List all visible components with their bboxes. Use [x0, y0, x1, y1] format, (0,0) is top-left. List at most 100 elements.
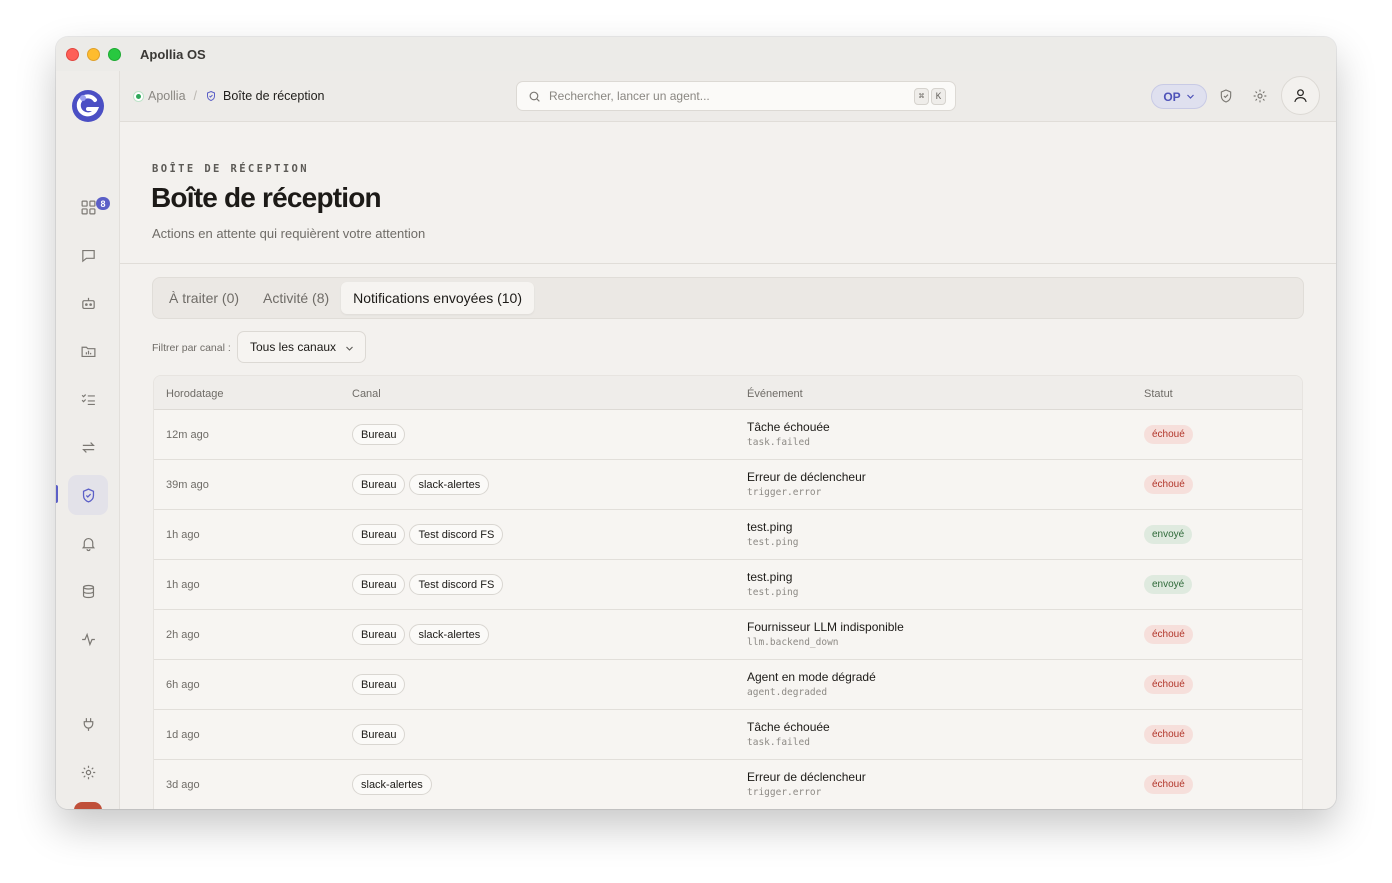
sidebar-item-workflows[interactable] — [68, 427, 108, 467]
row-event: Tâche échouée task.failed — [747, 420, 830, 448]
search-input[interactable]: Rechercher, lancer un agent... ⌘ K — [516, 81, 956, 111]
event-title: Fournisseur LLM indisponible — [747, 620, 904, 634]
workspace-switcher[interactable]: OP — [1151, 84, 1207, 109]
row-timestamp: 1d ago — [166, 729, 200, 741]
channel-chip: Bureau — [352, 424, 406, 445]
event-title: test.ping — [747, 570, 793, 584]
row-timestamp: 6h ago — [166, 679, 200, 691]
column-header-status: Statut — [1144, 388, 1173, 400]
column-header-channel: Canal — [352, 388, 381, 400]
channel-chip: Bureau — [352, 624, 406, 645]
event-code: test.ping — [747, 537, 799, 548]
event-code: trigger.error — [747, 487, 822, 498]
command-key: ⌘ — [914, 88, 929, 105]
chat-bubble-icon — [81, 249, 95, 262]
row-timestamp: 1h ago — [166, 529, 200, 541]
online-status-icon — [133, 90, 144, 102]
row-channels: Bureau Test discord FS — [352, 524, 504, 545]
breadcrumb-root[interactable]: Apollia — [148, 89, 186, 103]
k-key: K — [931, 88, 946, 105]
channel-chip: Bureau — [352, 474, 406, 495]
event-code: test.ping — [747, 587, 799, 598]
tab-to-do[interactable]: À traiter (0) — [157, 282, 251, 314]
channel-chip: Test discord FS — [409, 524, 504, 545]
table-row[interactable]: 1h ago Bureau Test discord FS test.ping test… — [154, 510, 1302, 560]
page-subtitle: Actions en attente qui requièrent votre … — [152, 226, 426, 241]
row-event: test.ping test.ping — [747, 520, 798, 548]
app-window: Apollia OS 8 Apollia / Boîte de réceptio… — [56, 37, 1336, 809]
workspace-label: OP — [1163, 89, 1181, 104]
table-row[interactable]: 2h ago Bureau slack-alertes Fournisseur LLM… — [154, 610, 1302, 660]
event-code: agent.degraded — [747, 687, 828, 698]
tab-sent-notifications[interactable]: Notifications envoyées (10) — [341, 282, 535, 314]
event-title: Erreur de déclencheur — [747, 470, 866, 484]
shield-check-icon[interactable] — [1218, 88, 1234, 104]
table-row[interactable]: 39m ago Bureau slack-alertes Erreur de décl… — [154, 460, 1302, 510]
main-content: BOÎTE DE RÉCEPTION Boîte de réception Ac… — [120, 122, 1336, 809]
row-channels: Bureau slack-alertes — [352, 474, 490, 495]
page-title: Boîte de réception — [151, 182, 382, 213]
checklist-icon — [81, 393, 95, 405]
sidebar-item-tasks[interactable] — [68, 379, 108, 419]
event-code: llm.backend_down — [747, 637, 839, 648]
swap-arrows-icon — [81, 441, 95, 453]
user-icon — [1294, 89, 1307, 103]
event-title: test.ping — [747, 520, 793, 534]
zoom-window-button[interactable] — [108, 47, 121, 61]
row-timestamp: 12m ago — [166, 429, 209, 441]
row-event: Erreur de déclencheur trigger.error — [747, 770, 866, 798]
profile-button[interactable] — [1281, 76, 1320, 115]
row-channels: Bureau slack-alertes — [352, 624, 490, 645]
row-timestamp: 2h ago — [166, 629, 200, 641]
sidebar-item-settings[interactable] — [68, 752, 108, 792]
row-channels: Bureau — [352, 674, 406, 695]
breadcrumb-separator: / — [193, 89, 198, 103]
status-badge: envoyé — [1144, 525, 1193, 544]
table-row[interactable]: 1h ago Bureau Test discord FS test.ping test… — [154, 560, 1302, 610]
apollia-logo-icon[interactable] — [71, 89, 105, 123]
status-badge: échoué — [1144, 725, 1193, 744]
column-header-timestamp: Horodatage — [166, 388, 224, 400]
gear-icon[interactable] — [1252, 88, 1268, 104]
chevron-down-icon — [346, 346, 353, 351]
user-avatar[interactable]: NZ — [74, 802, 102, 809]
row-channels: Bureau — [352, 424, 406, 445]
sidebar-item-projects[interactable] — [68, 331, 108, 371]
sidebar-item-conversations[interactable] — [68, 235, 108, 275]
sidebar-item-monitoring[interactable] — [68, 619, 108, 659]
table-header: Horodatage Canal Événement Statut — [154, 376, 1302, 410]
row-channels: Bureau Test discord FS — [352, 574, 504, 595]
gear-icon — [81, 765, 95, 779]
channel-chip: Bureau — [352, 724, 406, 745]
activity-pulse-icon — [81, 632, 95, 646]
shield-check-icon — [207, 90, 216, 102]
table-row[interactable]: 1d ago Bureau Tâche échouée task.failed écho… — [154, 710, 1302, 760]
channel-chip: Bureau — [352, 674, 406, 695]
row-event: Tâche échouée task.failed — [747, 720, 830, 748]
conversations-count-badge: 8 — [96, 197, 110, 210]
sidebar-item-agents[interactable] — [68, 283, 108, 323]
tab-activity[interactable]: Activité (8) — [251, 282, 341, 314]
row-timestamp: 39m ago — [166, 479, 209, 491]
close-window-button[interactable] — [66, 47, 79, 61]
event-code: task.failed — [747, 437, 810, 448]
table-row[interactable]: 12m ago Bureau Tâche échouée task.failed éch… — [154, 410, 1302, 460]
table-row[interactable]: 6h ago Bureau Agent en mode dégradé agent.d… — [154, 660, 1302, 710]
minimize-window-button[interactable] — [87, 47, 100, 61]
sidebar-item-data[interactable] — [68, 571, 108, 611]
breadcrumb-current: Boîte de réception — [223, 89, 325, 103]
channel-chip: slack-alertes — [352, 774, 432, 795]
row-channels: Bureau — [352, 724, 406, 745]
status-badge: échoué — [1144, 425, 1193, 444]
channel-chip: slack-alertes — [409, 624, 490, 645]
sidebar-item-notifications[interactable] — [68, 523, 108, 563]
notifications-table: Horodatage Canal Événement Statut 12m ag… — [153, 375, 1303, 809]
row-event: Agent en mode dégradé agent.degraded — [747, 670, 876, 698]
sidebar-item-inbox[interactable] — [68, 475, 108, 515]
row-event: Fournisseur LLM indisponible llm.backend_… — [747, 620, 904, 648]
row-event: Erreur de déclencheur trigger.error — [747, 470, 866, 498]
channel-filter-select[interactable]: Tous les canaux — [237, 331, 366, 363]
table-row[interactable]: 3d ago slack-alertes Erreur de déclencheur… — [154, 760, 1302, 809]
table-body: 12m ago Bureau Tâche échouée task.failed éch… — [154, 410, 1302, 809]
sidebar-item-integrations[interactable] — [68, 704, 108, 744]
